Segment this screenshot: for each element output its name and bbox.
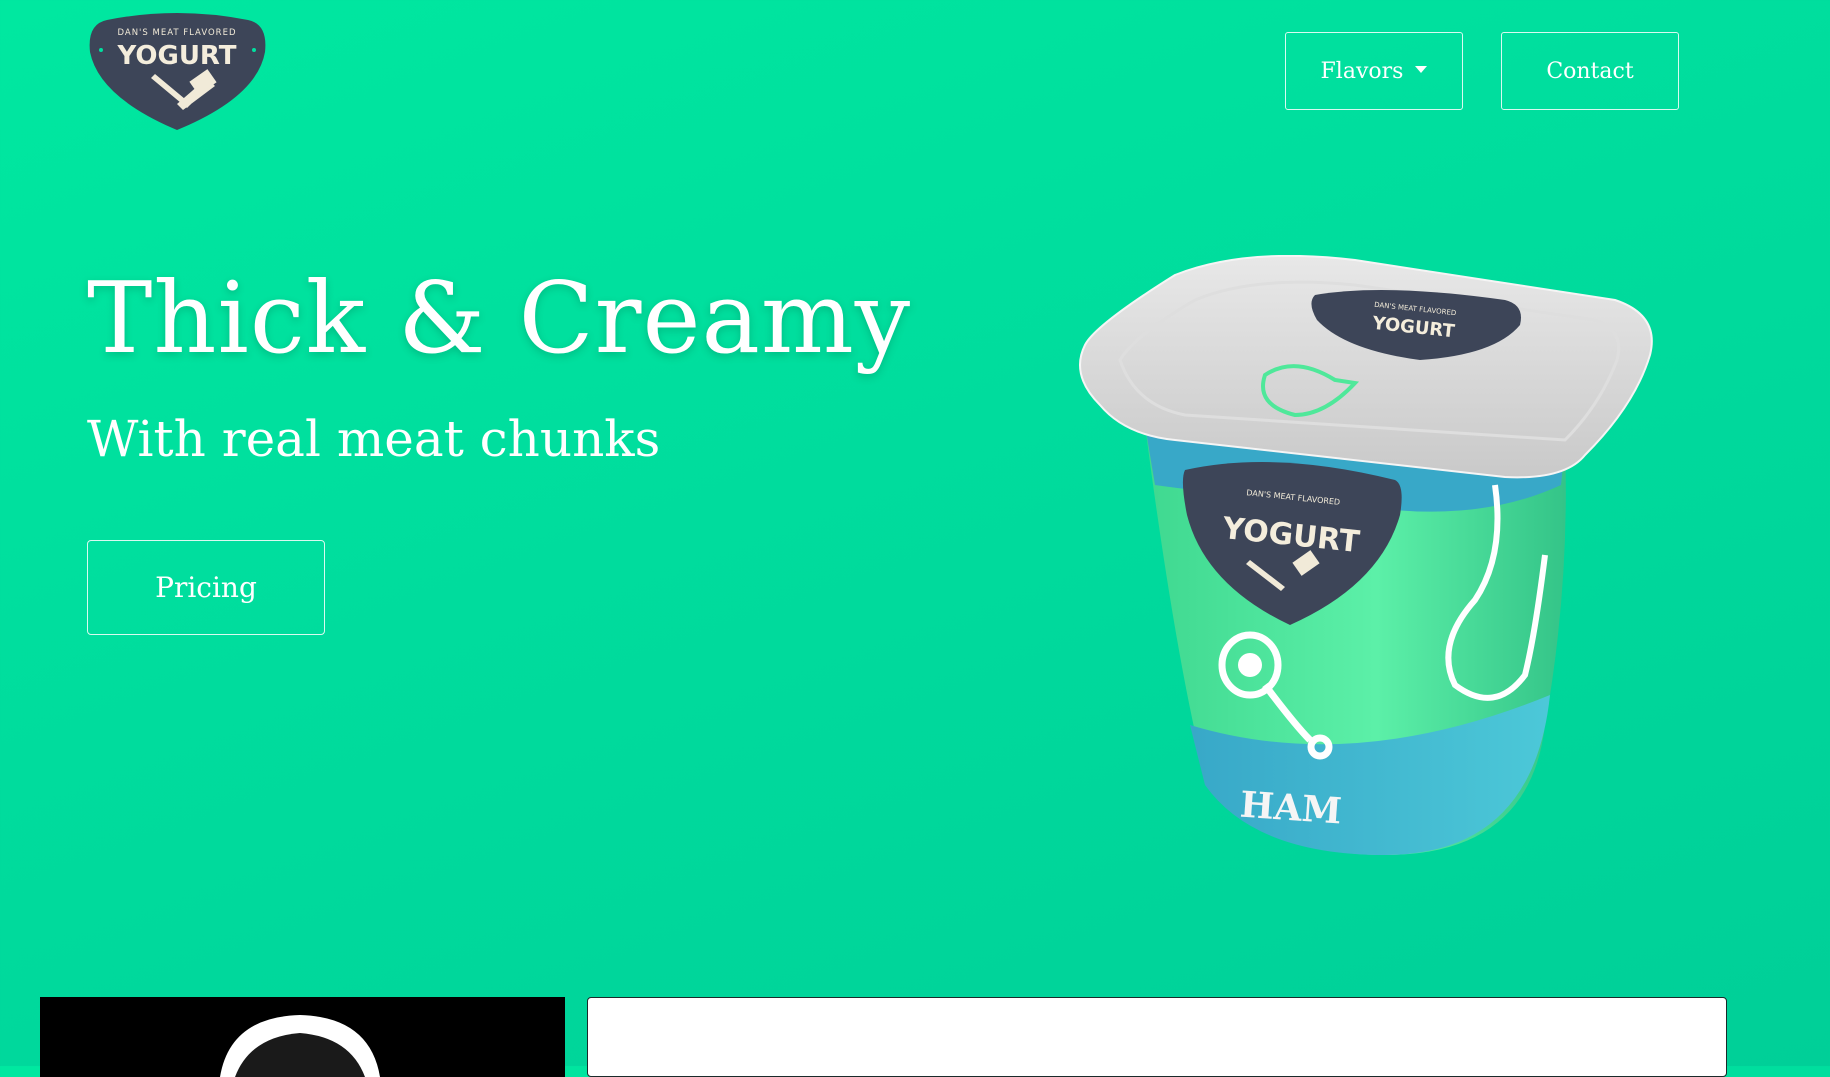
person-photo — [40, 997, 565, 1077]
contact-button[interactable]: Contact — [1501, 32, 1679, 110]
contact-label: Contact — [1546, 58, 1634, 84]
yogurt-cup-image: DAN'S MEAT FLAVORED YOGURT DAN'S MEAT FL… — [1025, 254, 1665, 860]
content-card — [587, 997, 1727, 1077]
logo-tagline: DAN'S MEAT FLAVORED — [117, 28, 236, 38]
caret-down-icon — [1415, 65, 1428, 73]
logo-brand: YOGURT — [116, 41, 236, 71]
hero-title: Thick & Creamy — [87, 262, 912, 376]
flavors-label: Flavors — [1320, 58, 1404, 84]
logo-badge-icon: DAN'S MEAT FLAVORED YOGURT — [89, 13, 266, 130]
pricing-label: Pricing — [155, 571, 257, 604]
flavors-dropdown-button[interactable]: Flavors — [1285, 32, 1463, 110]
hero-subtitle: With real meat chunks — [87, 410, 661, 468]
brand-logo[interactable]: DAN'S MEAT FLAVORED YOGURT — [87, 12, 268, 133]
flavor-label: HAM — [1239, 784, 1343, 833]
pricing-button[interactable]: Pricing — [87, 540, 325, 635]
